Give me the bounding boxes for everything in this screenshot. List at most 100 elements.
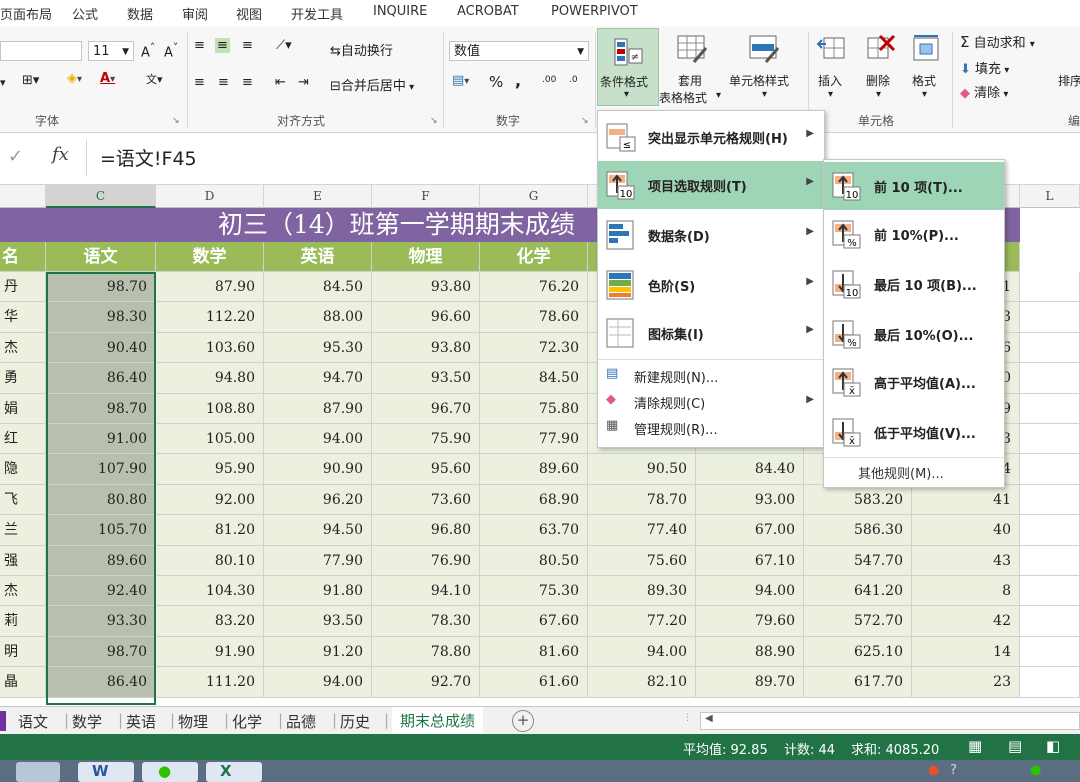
phonetic-icon[interactable]: 文▾	[146, 71, 163, 87]
score-cell[interactable]: 94.00	[264, 424, 372, 455]
sheet-tab[interactable]: 物理	[178, 711, 208, 732]
empty-cell[interactable]	[1020, 576, 1080, 607]
score-cell[interactable]: 89.30	[588, 576, 696, 607]
header-cell[interactable]: 化学	[480, 242, 588, 272]
score-cell[interactable]: 94.70	[264, 363, 372, 394]
name-cell[interactable]: 勇	[0, 363, 46, 394]
tray-icon[interactable]: ●	[928, 763, 939, 778]
name-cell[interactable]: 娟	[0, 393, 46, 424]
empty-cell[interactable]	[1020, 515, 1080, 546]
empty-cell[interactable]	[1020, 606, 1080, 637]
shrink-font-icon[interactable]: A˅	[164, 41, 178, 60]
empty-cell[interactable]	[1020, 332, 1080, 364]
font-size-select[interactable]: 11 ▼	[88, 41, 134, 61]
name-cell[interactable]: 莉	[0, 606, 46, 637]
score-cell[interactable]: 78.80	[372, 636, 480, 668]
insert-function-button[interactable]: fx	[52, 144, 69, 165]
empty-cell[interactable]	[1020, 302, 1080, 333]
header-cell[interactable]: 英语	[264, 242, 372, 272]
score-cell[interactable]: 84.40	[696, 454, 804, 485]
score-cell[interactable]: 81.20	[156, 515, 264, 546]
selected-score-cell[interactable]: 90.40	[46, 332, 156, 364]
decrease-decimal-icon[interactable]: .0	[569, 75, 578, 85]
align-left-icon[interactable]: ≡	[194, 75, 205, 90]
selected-score-cell[interactable]: 92.40	[46, 576, 156, 607]
page-layout-view-icon[interactable]: ▤	[1008, 737, 1022, 755]
score-cell[interactable]: 75.30	[480, 576, 588, 607]
rank-cell[interactable]: 41	[912, 484, 1020, 516]
increase-decimal-icon[interactable]: .00	[542, 75, 556, 85]
sheet-tab[interactable]: 数学	[72, 711, 102, 732]
score-cell[interactable]: 68.90	[480, 484, 588, 516]
align-right-icon[interactable]: ≡	[242, 75, 253, 90]
score-cell[interactable]: 73.60	[372, 484, 480, 516]
score-cell[interactable]: 96.70	[372, 393, 480, 424]
number-format-select[interactable]: 数值 ▼	[449, 41, 589, 61]
score-cell[interactable]: 84.50	[264, 272, 372, 303]
increase-indent-icon[interactable]: ⇥	[298, 75, 309, 90]
name-cell[interactable]: 华	[0, 302, 46, 333]
score-cell[interactable]: 80.10	[156, 545, 264, 576]
score-cell[interactable]: 89.70	[696, 667, 804, 698]
selected-score-cell[interactable]: 105.70	[46, 515, 156, 546]
empty-cell[interactable]	[1020, 545, 1080, 576]
column-header[interactable]	[0, 185, 46, 208]
formula-input[interactable]: =语文!F45	[100, 144, 197, 171]
tab-data[interactable]: 数据	[127, 4, 153, 23]
autosum-button[interactable]: Σ 自动求和 ▾	[960, 32, 1035, 51]
menu-item-highlight-rules[interactable]: ≤ 突出显示单元格规则(H) ▶	[598, 113, 824, 161]
splitter-handle[interactable]: ⋮	[683, 713, 692, 723]
dialog-launcher-icon[interactable]: ↘	[581, 116, 589, 126]
selected-score-cell[interactable]: 86.40	[46, 667, 156, 698]
conditional-format-button[interactable]: ≠ 条件格式 ▾	[597, 28, 659, 106]
font-name-select[interactable]	[0, 41, 82, 61]
score-cell[interactable]: 84.50	[480, 363, 588, 394]
selected-score-cell[interactable]: 89.60	[46, 545, 156, 576]
score-cell[interactable]: 75.90	[372, 424, 480, 455]
sheet-tab[interactable]: 历史	[340, 711, 370, 732]
score-cell[interactable]: 95.60	[372, 454, 480, 485]
wrap-text-button[interactable]: ⇆自动换行	[330, 40, 393, 59]
rank-cell[interactable]: 23	[912, 667, 1020, 698]
sheet-tab[interactable]: 英语	[126, 711, 156, 732]
score-cell[interactable]: 96.60	[372, 302, 480, 333]
enter-check-icon[interactable]: ✓	[8, 146, 23, 167]
score-cell[interactable]: 67.00	[696, 515, 804, 546]
score-cell[interactable]: 93.50	[264, 606, 372, 637]
score-cell[interactable]: 95.90	[156, 454, 264, 485]
score-cell[interactable]: 78.30	[372, 606, 480, 637]
align-top-icon[interactable]: ≡	[194, 38, 205, 53]
score-cell[interactable]: 75.60	[588, 545, 696, 576]
accounting-format-icon[interactable]: ▤▾	[452, 73, 469, 88]
score-cell[interactable]: 91.80	[264, 576, 372, 607]
rank-cell[interactable]: 42	[912, 606, 1020, 637]
rank-cell[interactable]: 14	[912, 636, 1020, 668]
menu-item-icon-sets[interactable]: 图标集(I) ▶	[598, 309, 824, 357]
word-app-icon[interactable]: W	[78, 762, 134, 782]
name-cell[interactable]: 杰	[0, 332, 46, 364]
score-cell[interactable]: 72.30	[480, 332, 588, 364]
column-header-c[interactable]: C	[46, 185, 156, 208]
score-cell[interactable]: 586.30	[804, 515, 912, 546]
selected-score-cell[interactable]: 93.30	[46, 606, 156, 637]
column-header-l[interactable]: L	[1020, 185, 1080, 208]
score-cell[interactable]: 77.90	[264, 545, 372, 576]
score-cell[interactable]: 79.60	[696, 606, 804, 637]
align-bottom-icon[interactable]: ≡	[242, 38, 253, 53]
score-cell[interactable]: 82.10	[588, 667, 696, 698]
score-cell[interactable]: 94.00	[264, 667, 372, 698]
sheet-tab-active[interactable]: 期末总成绩	[392, 707, 484, 736]
fill-button[interactable]: ⬇ 填充 ▾	[960, 58, 1009, 77]
menu-item-color-scales[interactable]: 色阶(S) ▶	[598, 261, 824, 309]
selected-score-cell[interactable]: 80.80	[46, 484, 156, 516]
score-cell[interactable]: 87.90	[156, 272, 264, 303]
align-middle-icon[interactable]: ≡	[215, 38, 230, 53]
submenu-item-more-rules[interactable]: 其他规则(M)...	[824, 460, 1004, 484]
name-cell[interactable]: 隐	[0, 454, 46, 485]
table-format-label[interactable]: 表格格式	[659, 89, 707, 106]
grow-font-icon[interactable]: A˄	[141, 41, 155, 60]
tab-powerpivot[interactable]: POWERPIVOT	[551, 4, 638, 19]
selected-score-cell[interactable]: 98.70	[46, 636, 156, 668]
column-header-e[interactable]: E	[264, 185, 372, 208]
name-cell[interactable]: 飞	[0, 484, 46, 516]
